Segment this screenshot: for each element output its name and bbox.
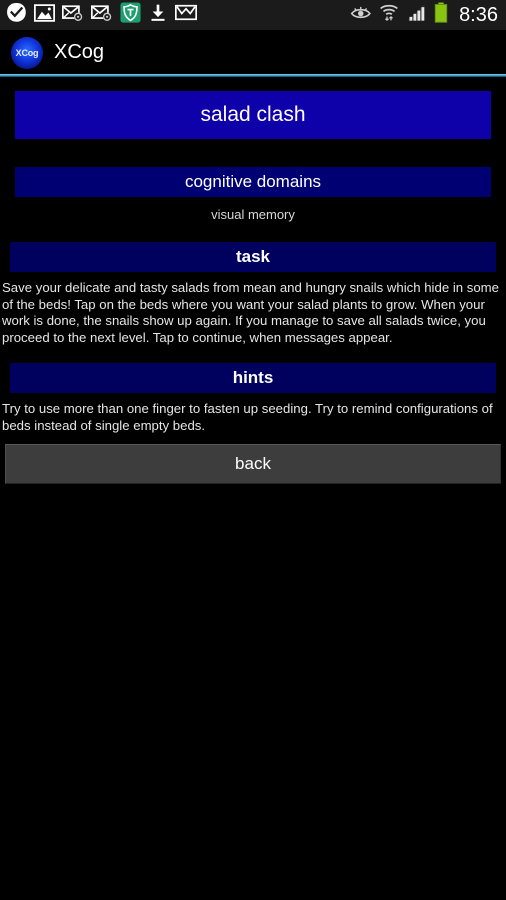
gmail-icon [175,4,197,26]
email-sync-icon-2 [91,4,113,27]
cognitive-domain-value: visual memory [211,207,295,222]
smart-stay-eye-icon [350,4,372,26]
battery-icon [434,2,448,28]
gallery-image-icon [34,3,55,27]
task-header[interactable]: task [10,242,496,272]
status-bar-system: 8:36 [350,2,498,28]
status-bar: 8:36 [0,0,506,31]
main-content: salad clash cognitive domains visual mem… [0,77,506,484]
app-logo-icon: XCog [11,36,43,69]
game-title-banner[interactable]: salad clash [15,91,491,139]
email-sync-icon [62,4,84,27]
app-screen: 8:36 XCog XCog salad clash cognitive dom… [0,0,506,900]
task-description: Save your delicate and tasty salads from… [2,280,499,345]
status-clock: 8:36 [459,4,498,26]
app-title: XCog [54,41,105,63]
hints-description: Try to use more than one finger to faste… [2,401,493,433]
shield-security-icon [120,2,141,28]
back-button[interactable]: back [5,444,501,484]
cognitive-domains-header[interactable]: cognitive domains [15,167,491,197]
hints-header[interactable]: hints [10,363,496,393]
app-logo-text: XCog [15,47,39,58]
app-bar: XCog XCog [0,31,506,74]
download-icon [148,3,168,28]
signal-bars-icon [406,3,427,27]
checkmark-circle-icon [6,2,27,28]
status-bar-notifications [6,2,350,28]
wifi-transfer-icon [379,2,399,28]
